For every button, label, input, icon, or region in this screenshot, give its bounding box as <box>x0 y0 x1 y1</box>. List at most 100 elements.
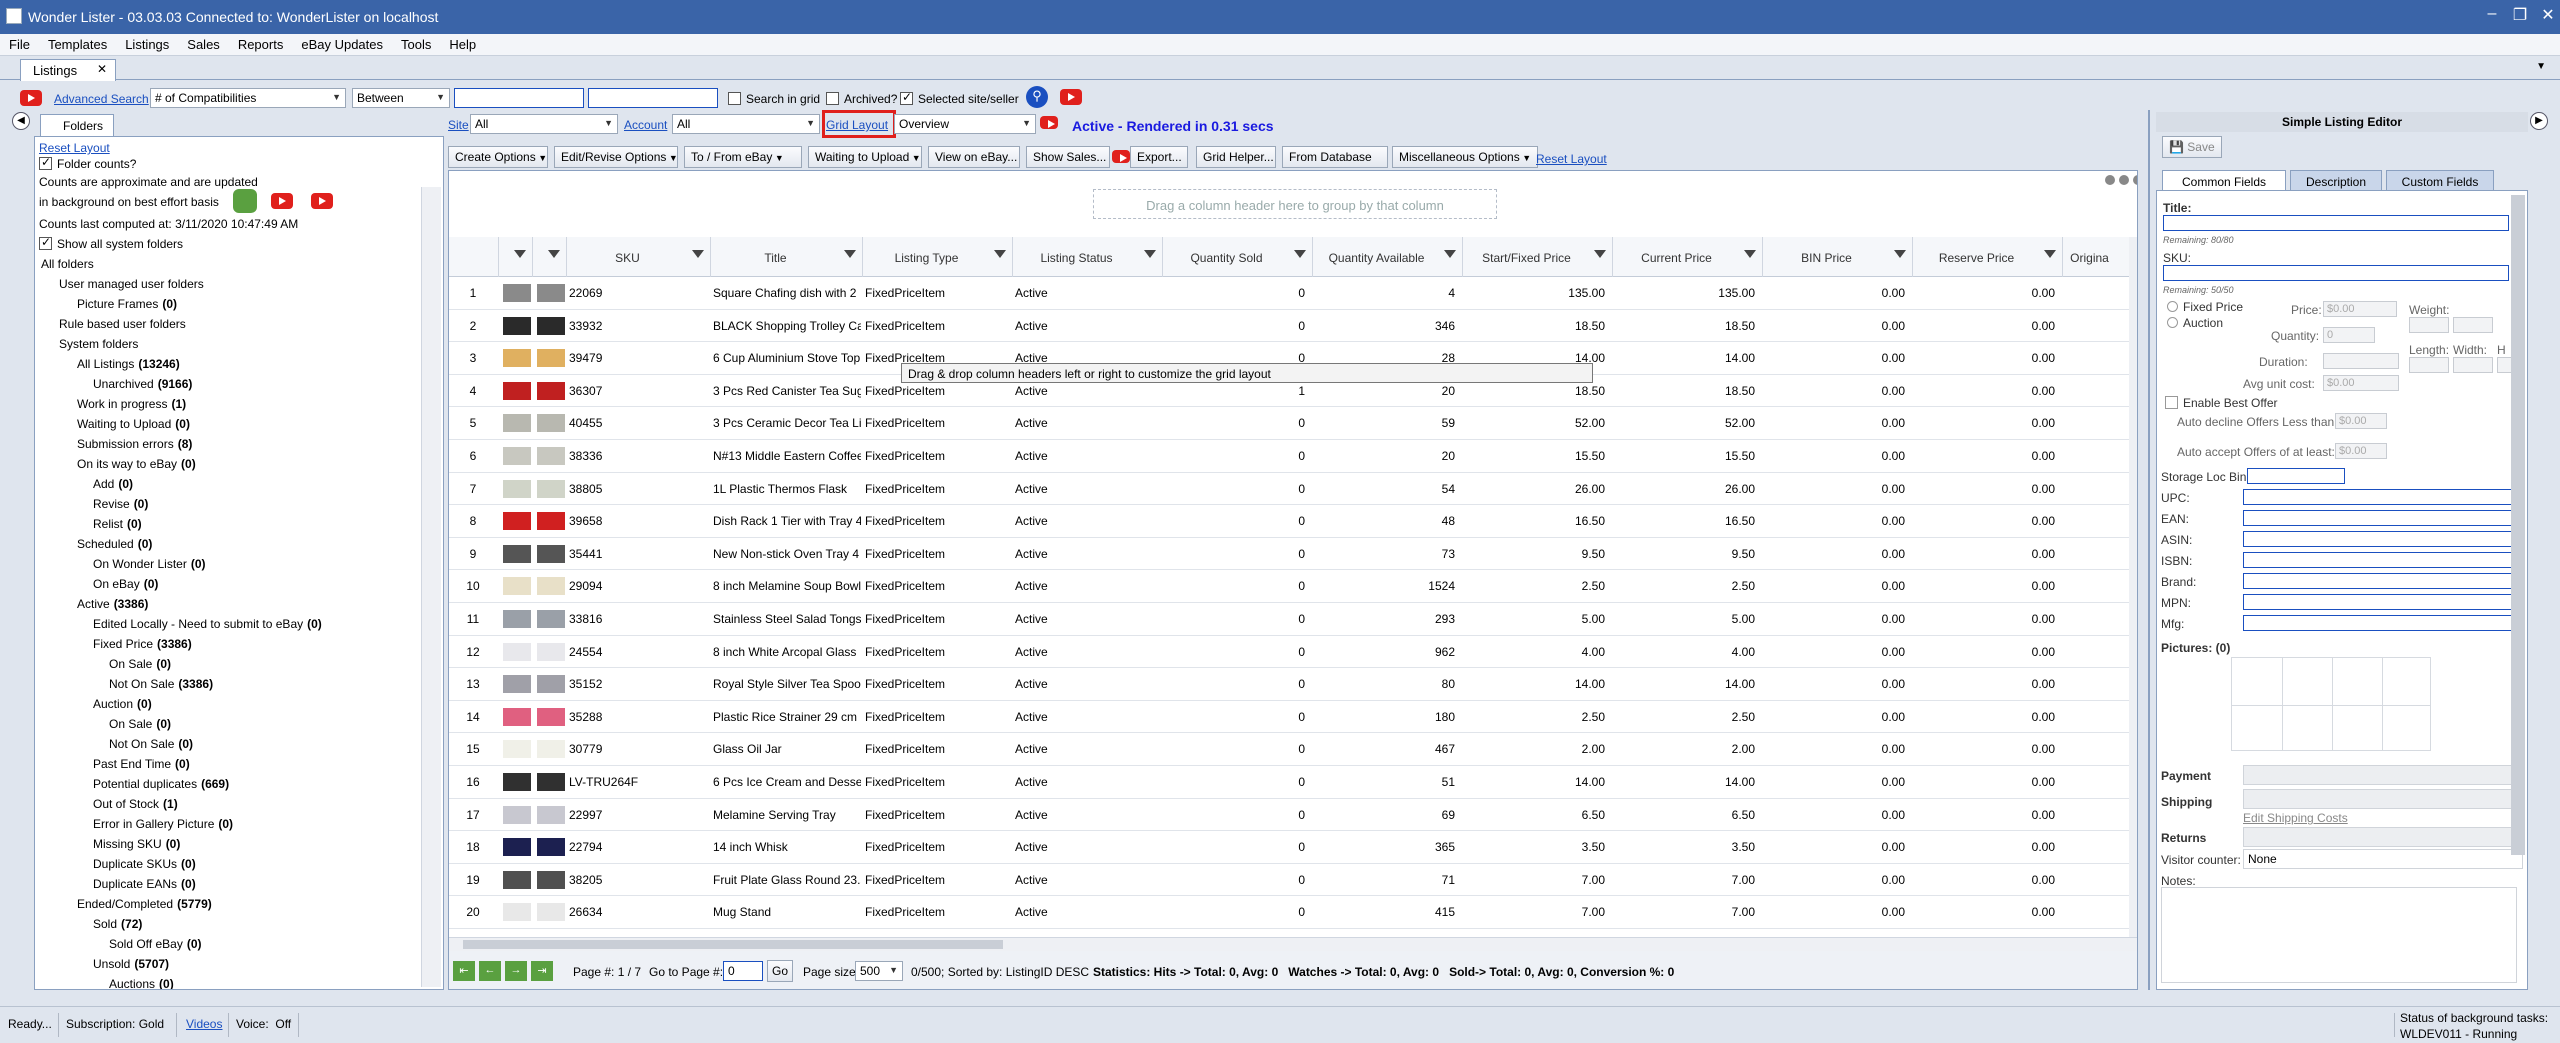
listing-thumbnail[interactable] <box>503 544 531 563</box>
grid-hscroll[interactable] <box>449 937 2137 951</box>
folder-tree-item[interactable]: Revise (0) <box>93 497 148 511</box>
hscroll-thumb[interactable] <box>463 940 1003 949</box>
collapse-left-icon[interactable]: ◀ <box>12 112 30 130</box>
table-row[interactable]: 5 40455 3 Pcs Ceramic Decor Tea Lig FixedPr… <box>449 407 2129 440</box>
storage-bin-input[interactable] <box>2247 468 2345 484</box>
search-icon[interactable]: ⚲ <box>1026 86 1048 108</box>
picture-filter-header[interactable] <box>499 237 533 277</box>
filter-icon[interactable] <box>1144 250 1156 258</box>
table-row[interactable]: 19 38205 Fruit Plate Glass Round 23.5 Fixed… <box>449 864 2129 897</box>
auto-accept-input[interactable]: $0.00 <box>2335 443 2387 459</box>
table-row[interactable]: 12 24554 8 inch White Arcopal Glass FixedPr… <box>449 636 2129 669</box>
account-label[interactable]: Account <box>624 118 667 132</box>
listing-thumbnail[interactable] <box>537 903 565 922</box>
isbn-input[interactable] <box>2243 552 2523 568</box>
search-value-from[interactable] <box>454 88 584 108</box>
listing-thumbnail[interactable] <box>537 675 565 694</box>
tab-common-fields[interactable]: Common Fields <box>2162 170 2286 190</box>
listing-thumbnail[interactable] <box>503 414 531 433</box>
grid-option-icon[interactable] <box>2133 175 2137 185</box>
menu-reports[interactable]: Reports <box>229 34 293 55</box>
grid-vscroll[interactable] <box>2129 237 2137 937</box>
listing-thumbnail[interactable] <box>537 447 565 465</box>
from-database-button[interactable]: From Database <box>1282 146 1388 168</box>
listing-thumbnail[interactable] <box>503 381 531 400</box>
folder-tree-item[interactable]: Unsold (5707) <box>93 957 169 971</box>
tab-listings[interactable]: Listings ✕ <box>20 59 116 81</box>
table-row[interactable]: 2 33932 BLACK Shopping Trolley Ca FixedPric… <box>449 310 2129 343</box>
title-input[interactable] <box>2163 215 2509 231</box>
listing-thumbnail[interactable] <box>503 838 531 857</box>
auto-decline-input[interactable]: $0.00 <box>2335 413 2387 429</box>
asin-input[interactable] <box>2243 531 2523 547</box>
listing-thumbnail[interactable] <box>503 577 531 596</box>
listing-thumbnail[interactable] <box>537 349 565 368</box>
search-in-grid-checkbox[interactable] <box>728 92 741 105</box>
folder-tree-item[interactable]: System folders <box>59 337 138 351</box>
listing-thumbnail[interactable] <box>537 740 565 759</box>
listing-thumbnail[interactable] <box>537 642 565 661</box>
youtube-icon[interactable] <box>1040 116 1058 129</box>
column-header[interactable]: SKU <box>567 237 711 277</box>
menu-help[interactable]: Help <box>440 34 485 55</box>
mfg-input[interactable] <box>2243 615 2523 631</box>
listing-thumbnail[interactable] <box>503 349 531 368</box>
folder-tree-item[interactable]: Relist (0) <box>93 517 142 531</box>
listing-thumbnail[interactable] <box>537 479 565 498</box>
notes-input[interactable] <box>2161 887 2517 983</box>
site-label[interactable]: Site <box>448 118 469 132</box>
folder-tree-item[interactable]: Unarchived (9166) <box>93 377 192 391</box>
listing-thumbnail[interactable] <box>503 479 531 498</box>
shipping-box[interactable] <box>2243 789 2523 809</box>
folder-tree-item[interactable]: Picture Frames (0) <box>77 297 177 311</box>
folder-tree-item[interactable]: Error in Gallery Picture (0) <box>93 817 233 831</box>
table-row[interactable]: 15 30779 Glass Oil Jar FixedPriceItem Active… <box>449 733 2129 766</box>
edit-shipping-link[interactable]: Edit Shipping Costs <box>2243 811 2348 825</box>
folder-tree-item[interactable]: On Sale (0) <box>109 657 171 671</box>
search-value-to[interactable] <box>588 88 718 108</box>
folder-tree-item[interactable]: All Listings (13246) <box>77 357 180 371</box>
table-row[interactable]: 13 35152 Royal Style Silver Tea Spoon Fixed… <box>449 668 2129 701</box>
account-select[interactable]: All ▼ <box>672 114 820 134</box>
folder-counts-checkbox[interactable] <box>39 155 52 170</box>
folder-tree-item[interactable]: On its way to eBay (0) <box>77 457 196 471</box>
filter-icon[interactable] <box>1744 250 1756 258</box>
table-row[interactable]: 9 35441 New Non-stick Oven Tray 4 FixedPric… <box>449 538 2129 571</box>
grid-helper-button[interactable]: Grid Helper... <box>1196 146 1276 168</box>
visitor-counter-select[interactable]: None <box>2243 849 2523 869</box>
auction-radio[interactable] <box>2167 317 2178 328</box>
to-from-ebay-button[interactable]: To / From eBay ▼ <box>684 146 802 168</box>
folder-tree-item[interactable]: Potential duplicates (669) <box>93 777 229 791</box>
table-row[interactable]: 20 26634 Mug Stand FixedPriceItem Active 0 415… <box>449 896 2129 929</box>
table-row[interactable]: 6 38336 N#13 Middle Eastern Coffee FixedPri… <box>449 440 2129 473</box>
avg-cost-input[interactable]: $0.00 <box>2323 375 2399 391</box>
brand-input[interactable] <box>2243 573 2523 589</box>
folder-tree-item[interactable]: Auctions (0) <box>109 977 174 989</box>
table-row[interactable]: 16 LV-TRU264F 6 Pcs Ice Cream and Desser Fi… <box>449 766 2129 799</box>
videos-link[interactable]: Videos <box>186 1017 222 1031</box>
listing-thumbnail[interactable] <box>537 707 565 726</box>
menu-listings[interactable]: Listings <box>116 34 178 55</box>
refresh-icon[interactable] <box>233 189 257 213</box>
listing-thumbnail[interactable] <box>537 577 565 596</box>
returns-box[interactable] <box>2243 827 2523 847</box>
folder-tree-item[interactable]: Fixed Price (3386) <box>93 637 192 651</box>
youtube-icon[interactable] <box>271 193 293 209</box>
listing-thumbnail[interactable] <box>537 284 565 302</box>
youtube-icon[interactable] <box>20 90 42 106</box>
price-input[interactable]: $0.00 <box>2323 301 2397 317</box>
weight-input-2[interactable] <box>2453 317 2493 333</box>
listing-thumbnail[interactable] <box>537 512 565 531</box>
splitter[interactable] <box>2148 110 2150 990</box>
column-header[interactable]: Current Price <box>1613 237 1763 277</box>
listing-thumbnail[interactable] <box>537 773 565 791</box>
column-header[interactable]: Quantity Available <box>1313 237 1463 277</box>
filter-icon[interactable] <box>1594 250 1606 258</box>
table-row[interactable]: 11 33816 Stainless Steel Salad Tongs FixedP… <box>449 603 2129 636</box>
table-row[interactable]: 18 22794 14 inch Whisk FixedPriceItem Active… <box>449 831 2129 864</box>
collapse-right-icon[interactable]: ▶ <box>2530 112 2548 130</box>
folder-tree-item[interactable]: On Sale (0) <box>109 717 171 731</box>
menu-sales[interactable]: Sales <box>178 34 229 55</box>
folder-tree-item[interactable]: Scheduled (0) <box>77 537 152 551</box>
fixed-price-radio[interactable] <box>2167 301 2178 312</box>
